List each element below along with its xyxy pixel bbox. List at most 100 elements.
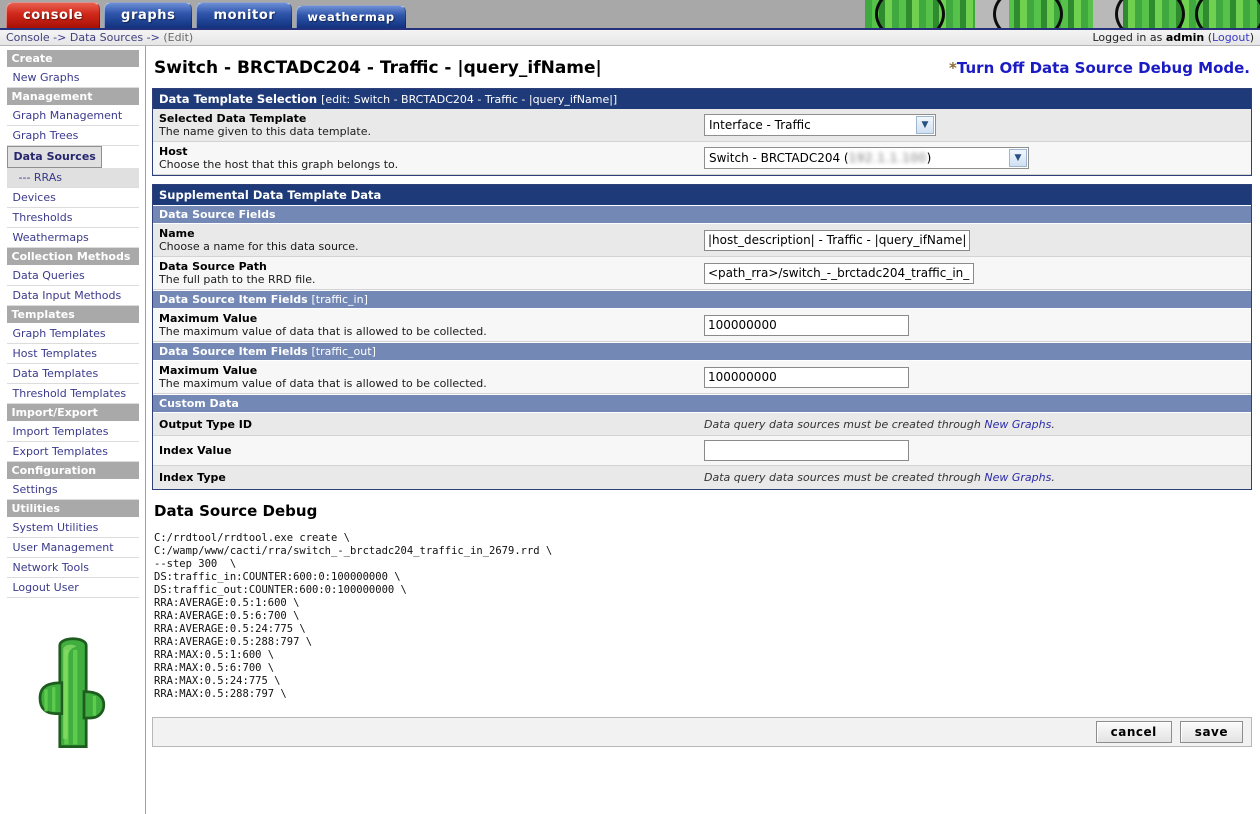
new-graphs-link[interactable]: New Graphs — [984, 418, 1051, 431]
sidebar-item-threshold-templates[interactable]: Threshold Templates — [6, 384, 139, 404]
sidebar-item-weathermaps[interactable]: Weathermaps — [6, 228, 139, 248]
custom-data-header: Custom Data — [153, 394, 1251, 413]
data-source-path-control — [704, 262, 1245, 284]
breadcrumb: Console -> Data Sources -> (Edit) — [6, 31, 1092, 44]
max-value-out-label-group: Maximum Value The maximum value of data … — [159, 364, 704, 390]
sidebar-item-graph-trees[interactable]: Graph Trees — [6, 126, 139, 146]
nav-tabs: console graphs monitor weathermap — [0, 0, 1260, 28]
sidebar-item-system-utilities[interactable]: System Utilities — [6, 518, 139, 538]
sidebar-item-data-input-methods[interactable]: Data Input Methods — [6, 286, 139, 306]
name-control — [704, 229, 1245, 251]
index-value-label: Index Value — [159, 444, 232, 457]
form-action-bar: cancel save — [152, 717, 1252, 747]
login-status: Logged in as admin (Logout) — [1092, 31, 1254, 44]
host-label-group: Host Choose the host that this graph bel… — [159, 145, 704, 171]
host-value-prefix: Switch - BRCTADC204 ( — [709, 151, 849, 165]
row-name: Name Choose a name for this data source. — [153, 224, 1251, 257]
sidebar-item-data-sources[interactable]: Data Sources — [6, 146, 102, 168]
data-source-debug-output: C:/rrdtool/rrdtool.exe create \ C:/wamp/… — [154, 532, 553, 700]
sidebar-group-import-export: Import/Export — [6, 404, 139, 422]
custom-data-label: Custom Data — [159, 397, 239, 410]
index-type-note-post: . — [1051, 471, 1055, 484]
sidebar-item-new-graphs[interactable]: New Graphs — [6, 68, 139, 88]
chevron-down-icon: ▼ — [916, 116, 934, 134]
max-value-out-input[interactable] — [704, 366, 909, 388]
selected-data-template-desc: The name given to this data template. — [159, 125, 371, 138]
sidebar-item-thresholds[interactable]: Thresholds — [6, 208, 139, 228]
selected-data-template-dropdown[interactable]: Interface - Traffic ▼ — [704, 114, 936, 136]
toggle-debug-mode-link[interactable]: *Turn Off Data Source Debug Mode. — [949, 59, 1250, 77]
breadcrumb-sep-2: -> — [146, 31, 160, 44]
breadcrumb-console[interactable]: Console — [6, 31, 50, 44]
selected-data-template-label: Selected Data Template — [159, 112, 307, 125]
data-source-fields-header: Data Source Fields — [153, 205, 1251, 224]
row-output-type-id: Output Type ID Data query data sources m… — [153, 413, 1251, 436]
output-type-id-label-group: Output Type ID — [159, 418, 704, 431]
tab-weathermap[interactable]: weathermap — [296, 5, 406, 28]
index-value-control — [704, 440, 1245, 461]
breadcrumb-data-sources[interactable]: Data Sources — [70, 31, 143, 44]
data-template-selection-title: Data Template Selection — [159, 92, 318, 106]
data-source-item-fields-in-sub: [traffic_in] — [311, 293, 368, 306]
save-button[interactable]: save — [1179, 721, 1243, 743]
max-value-in-label: Maximum Value — [159, 312, 258, 325]
sidebar-item-import-templates[interactable]: Import Templates — [6, 422, 139, 442]
name-label-group: Name Choose a name for this data source. — [159, 227, 704, 253]
sidebar-group-utilities: Utilities — [6, 500, 139, 518]
tab-monitor-label: monitor — [213, 8, 276, 23]
cancel-button[interactable]: cancel — [1095, 721, 1172, 743]
host-dropdown[interactable]: Switch - BRCTADC204 (192.1.1.100) ▼ — [704, 147, 1029, 169]
top-tab-bar: console graphs monitor weathermap — [0, 0, 1260, 28]
sidebar-item-data-queries[interactable]: Data Queries — [6, 266, 139, 286]
row-data-source-path: Data Source Path The full path to the RR… — [153, 257, 1251, 290]
max-value-out-label: Maximum Value — [159, 364, 258, 377]
index-value-input[interactable] — [704, 440, 909, 461]
name-label: Name — [159, 227, 195, 240]
page-header: Switch - BRCTADC204 - Traffic - |query_i… — [152, 54, 1252, 88]
supplemental-data-box: Supplemental Data Template Data Data Sou… — [152, 184, 1252, 490]
logout-link[interactable]: Logout — [1212, 31, 1250, 44]
sidebar-item-devices[interactable]: Devices — [6, 188, 139, 208]
data-source-debug-title: Data Source Debug — [154, 502, 318, 520]
breadcrumb-current: (Edit) — [163, 31, 194, 44]
max-value-in-input[interactable] — [704, 314, 909, 336]
row-max-value-traffic-in: Maximum Value The maximum value of data … — [153, 309, 1251, 342]
data-template-selection-subtitle: [edit: Switch - BRCTADC204 - Traffic - |… — [321, 93, 618, 106]
selected-data-template-control: Interface - Traffic ▼ — [704, 114, 1245, 136]
data-source-path-label-group: Data Source Path The full path to the RR… — [159, 260, 704, 286]
data-template-selection-box: Data Template Selection [edit: Switch - … — [152, 88, 1252, 176]
selected-data-template-value: Interface - Traffic — [709, 118, 811, 132]
asterisk-icon: * — [949, 59, 957, 77]
sidebar-group-create: Create — [6, 50, 139, 68]
row-host: Host Choose the host that this graph bel… — [153, 142, 1251, 175]
main-content: Switch - BRCTADC204 - Traffic - |query_i… — [146, 46, 1260, 814]
max-value-in-desc: The maximum value of data that is allowe… — [159, 325, 487, 338]
data-source-item-fields-out-label: Data Source Item Fields — [159, 345, 308, 358]
sidebar-item-user-management[interactable]: User Management — [6, 538, 139, 558]
name-input[interactable] — [704, 229, 970, 251]
sidebar-item-host-templates[interactable]: Host Templates — [6, 344, 139, 364]
chevron-down-icon: ▼ — [1009, 149, 1027, 167]
row-selected-data-template: Selected Data Template The name given to… — [153, 109, 1251, 142]
max-value-out-control — [704, 366, 1245, 388]
tab-monitor[interactable]: monitor — [196, 2, 293, 28]
sidebar-item-rras[interactable]: --- RRAs — [6, 168, 139, 188]
data-source-path-input[interactable] — [704, 262, 974, 284]
data-source-item-fields-in-header: Data Source Item Fields [traffic_in] — [153, 290, 1251, 309]
sidebar-item-logout-user[interactable]: Logout User — [6, 578, 139, 598]
tab-console[interactable]: console — [6, 2, 101, 28]
new-graphs-link[interactable]: New Graphs — [984, 471, 1051, 484]
tab-weathermap-label: weathermap — [307, 10, 395, 24]
sidebar-item-graph-templates[interactable]: Graph Templates — [6, 324, 139, 344]
supplemental-data-title: Supplemental Data Template Data — [159, 188, 382, 202]
sidebar-item-graph-management[interactable]: Graph Management — [6, 106, 139, 126]
sidebar-item-network-tools[interactable]: Network Tools — [6, 558, 139, 578]
login-paren-close: ) — [1249, 31, 1254, 44]
data-source-path-label: Data Source Path — [159, 260, 267, 273]
sidebar-item-data-templates[interactable]: Data Templates — [6, 364, 139, 384]
sidebar-item-export-templates[interactable]: Export Templates — [6, 442, 139, 462]
max-value-in-control — [704, 314, 1245, 336]
data-source-fields-label: Data Source Fields — [159, 208, 276, 221]
sidebar-item-settings[interactable]: Settings — [6, 480, 139, 500]
tab-graphs[interactable]: graphs — [104, 2, 193, 28]
